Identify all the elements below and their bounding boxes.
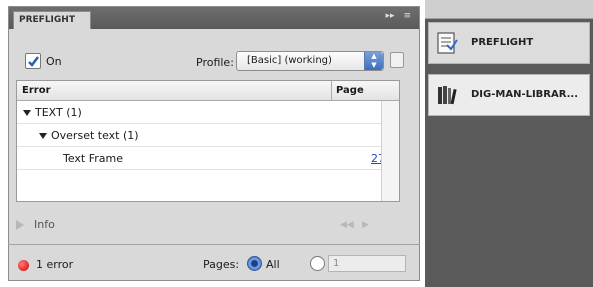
status-text: 1 error bbox=[36, 258, 74, 271]
pages-label: Pages: bbox=[203, 258, 240, 271]
status-divider bbox=[8, 244, 420, 245]
status-area bbox=[8, 0, 420, 287]
dock-item-preflight[interactable]: PREFLIGHT bbox=[428, 22, 590, 64]
dock-item-library[interactable]: DIG-MAN-LIBRAR... bbox=[428, 74, 590, 116]
dock-header[interactable] bbox=[425, 0, 593, 19]
all-label: All bbox=[266, 258, 280, 271]
pages-all-radio[interactable] bbox=[247, 256, 262, 271]
error-status-icon bbox=[18, 260, 29, 271]
pages-range-radio[interactable] bbox=[310, 256, 325, 271]
dock-item-label: DIG-MAN-LIBRAR... bbox=[471, 89, 579, 100]
dock-item-label: PREFLIGHT bbox=[471, 37, 534, 48]
preflight-icon bbox=[437, 32, 458, 54]
panel-dock: PREFLIGHT DIG-MAN-LIBRAR... bbox=[425, 0, 593, 287]
library-icon bbox=[438, 86, 457, 105]
page-range-input[interactable]: 1 bbox=[328, 255, 406, 272]
